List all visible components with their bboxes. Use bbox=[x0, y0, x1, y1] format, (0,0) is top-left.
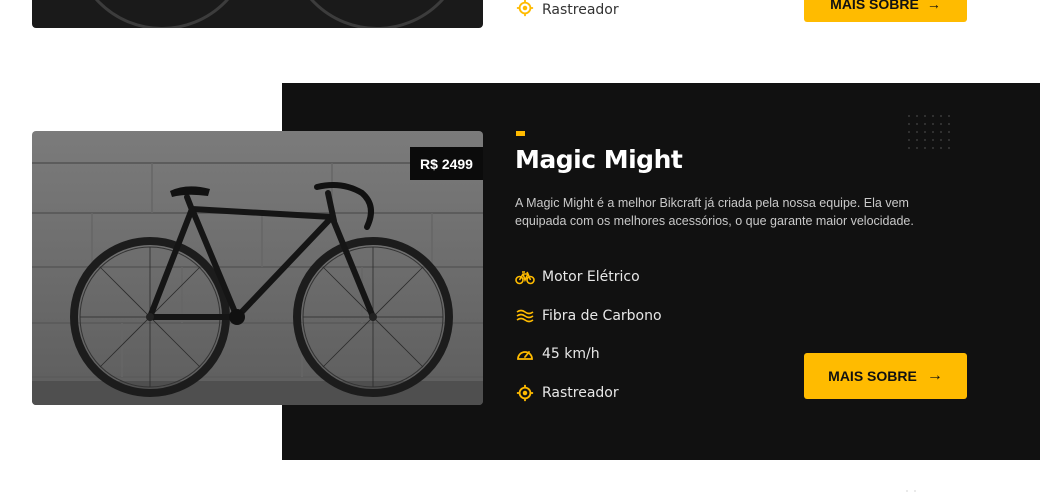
decorative-dots bbox=[908, 115, 956, 155]
feature-item: Rastreador bbox=[515, 374, 662, 413]
product-title: Magic Might bbox=[515, 145, 683, 174]
target-icon bbox=[516, 0, 534, 21]
arrow-right-icon: → bbox=[926, 367, 943, 384]
target-icon bbox=[515, 383, 535, 403]
product-description: A Magic Might é a melhor Bikcraft já cri… bbox=[515, 196, 914, 228]
feature-label: 45 km/h bbox=[542, 346, 600, 363]
button-label: MAIS SOBRE bbox=[830, 0, 919, 12]
feature-item: Fibra de Carbono bbox=[515, 297, 662, 336]
more-button[interactable]: MAIS SOBRE → bbox=[804, 353, 967, 399]
arrow-right-icon: → bbox=[926, 0, 941, 12]
feature-list: Motor Elétrico Fibra de Carbono 45 km/h … bbox=[515, 258, 662, 412]
feature-label: Motor Elétrico bbox=[542, 269, 640, 286]
feature-item: 45 km/h bbox=[515, 335, 662, 374]
more-button-previous[interactable]: MAIS SOBRE → bbox=[804, 0, 967, 22]
feature-label: Fibra de Carbono bbox=[542, 307, 662, 324]
bike-icon bbox=[515, 267, 535, 287]
accent-bar bbox=[516, 131, 525, 136]
button-label: MAIS SOBRE bbox=[828, 368, 917, 384]
feature-label: Rastreador bbox=[542, 2, 619, 18]
feature-label: Rastreador bbox=[542, 384, 619, 401]
waves-icon bbox=[515, 306, 535, 326]
previous-feature-item: Rastreador bbox=[516, 0, 619, 21]
previous-bike-photo bbox=[32, 0, 483, 28]
bike-wheel bbox=[287, 0, 467, 28]
speedometer-icon bbox=[515, 344, 535, 364]
price-tag: R$ 2499 bbox=[410, 147, 483, 180]
decorative-dots bbox=[906, 490, 954, 498]
feature-item: Motor Elétrico bbox=[515, 258, 662, 297]
bike-wheel bbox=[72, 0, 252, 28]
